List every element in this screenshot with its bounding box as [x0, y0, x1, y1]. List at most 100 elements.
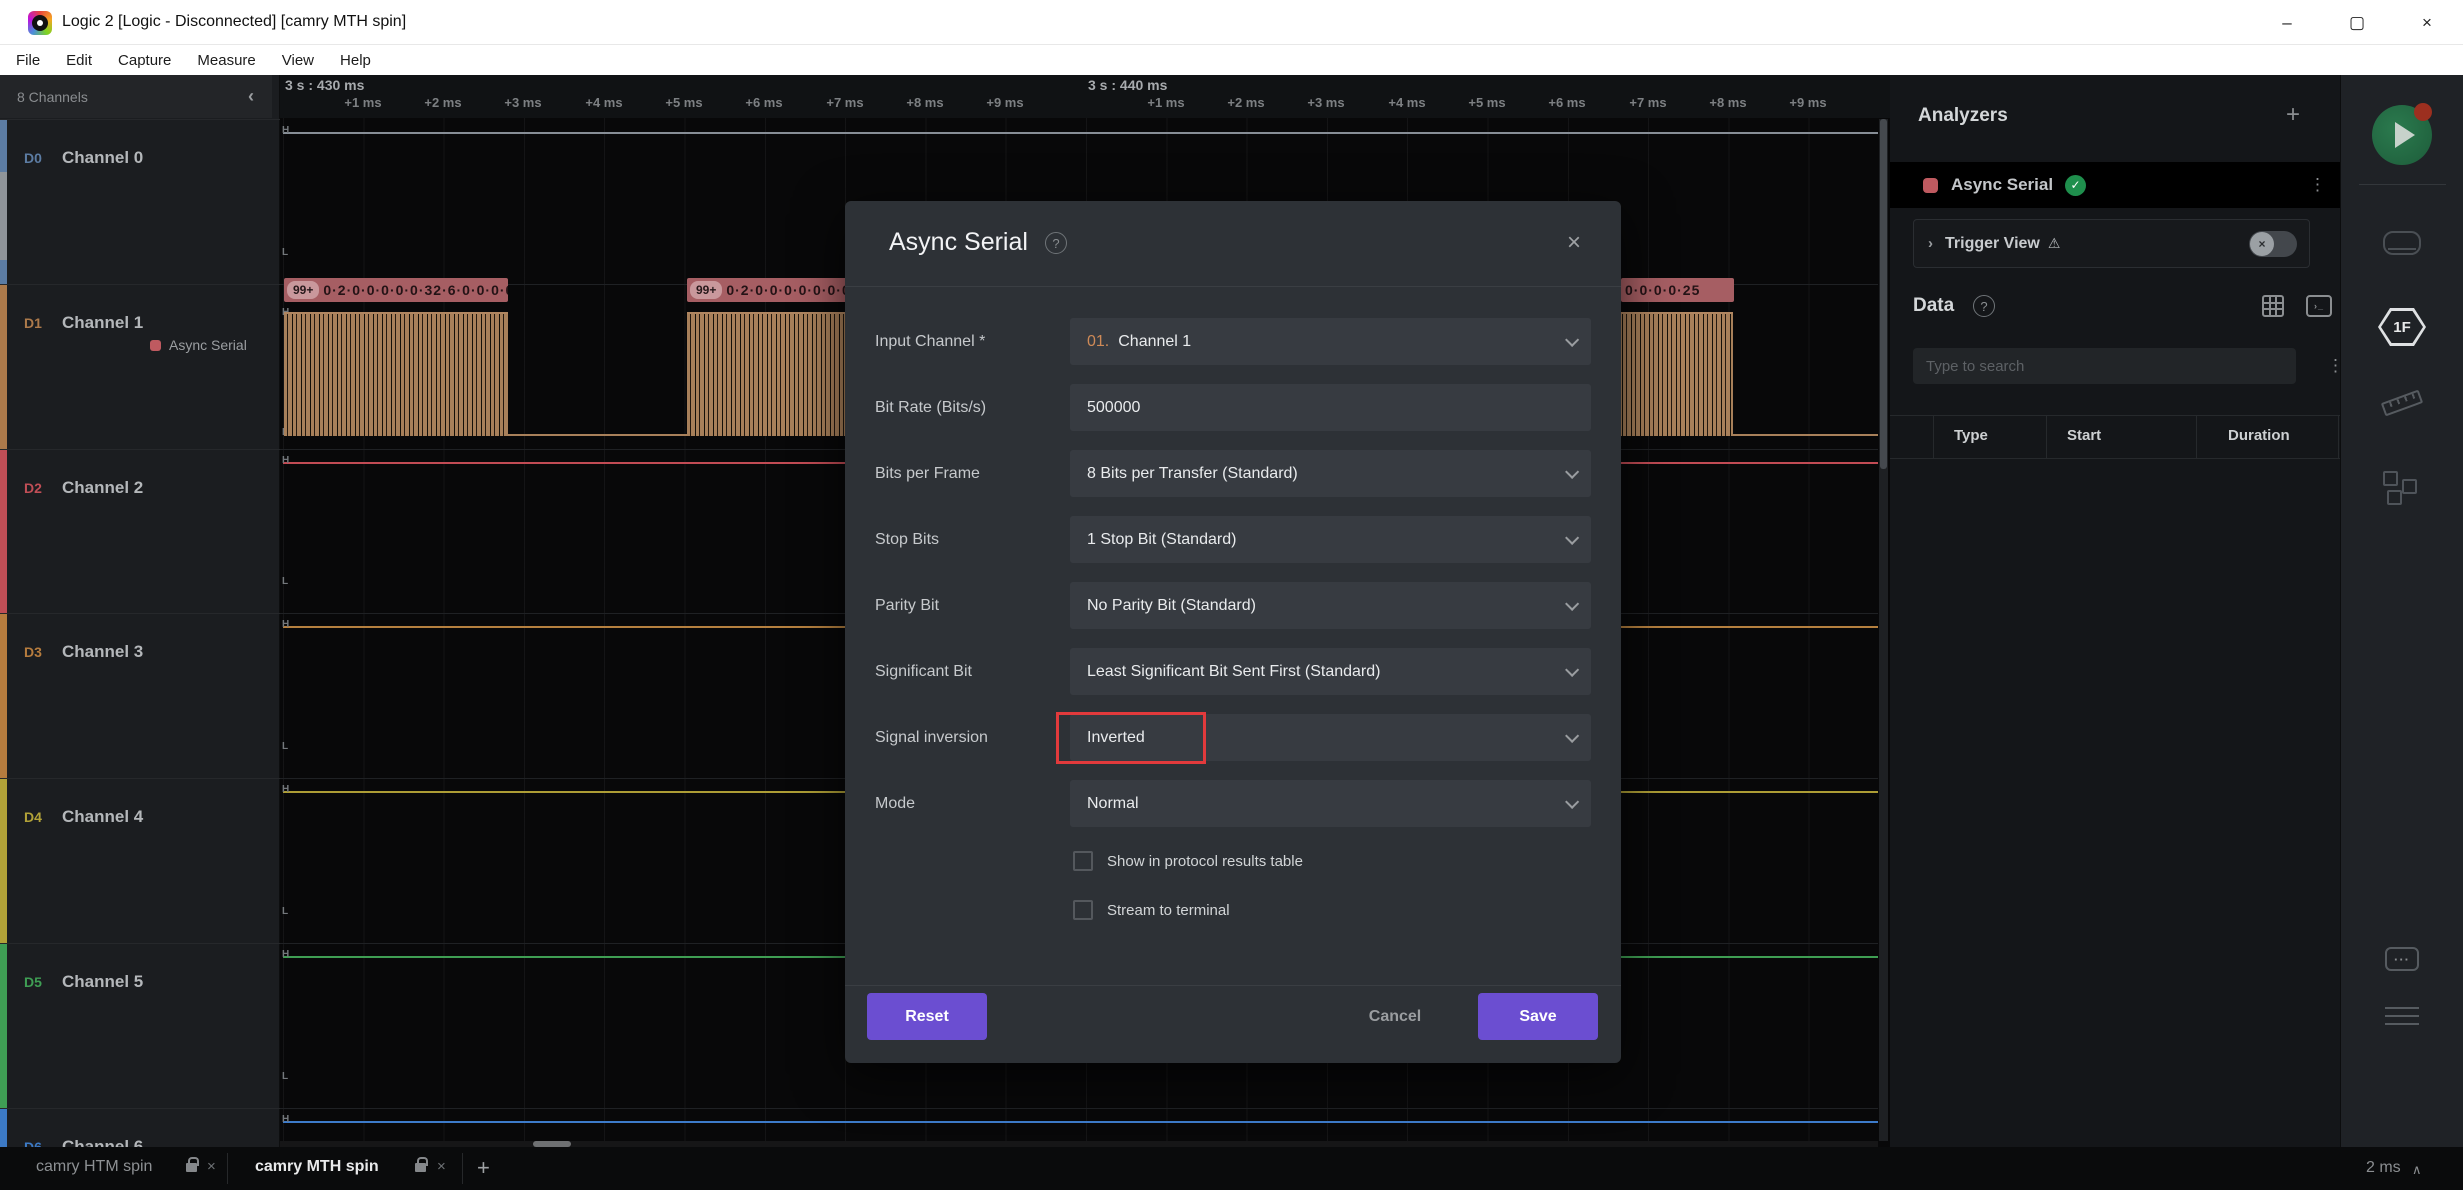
significant-bit-select[interactable]: Least Significant Bit Sent First (Standa…: [1070, 648, 1591, 695]
column-header-start[interactable]: Start: [2067, 427, 2101, 444]
tab-close-icon[interactable]: ×: [437, 1158, 446, 1175]
new-tab-button[interactable]: +: [477, 1155, 490, 1181]
trigger-view-toggle[interactable]: ×: [2249, 231, 2297, 257]
channels-scrollbar-thumb[interactable]: [0, 172, 7, 260]
column-header-duration[interactable]: Duration: [2228, 427, 2290, 444]
app-logo-icon: [28, 11, 52, 35]
channel-color-strip[interactable]: [0, 779, 7, 943]
menu-view[interactable]: View: [282, 52, 314, 69]
analyzers-title: Analyzers: [1918, 105, 2008, 127]
channel-name: Channel 5: [62, 972, 143, 992]
timeline-major-label: 3 s : 430 ms: [285, 77, 364, 93]
serial-annotation-bar[interactable]: 0·0·0·0·25: [1621, 278, 1734, 302]
analyzer-menu-icon[interactable]: ⋮: [2309, 175, 2326, 195]
maximize-button[interactable]: ▢: [2327, 0, 2387, 45]
cancel-button[interactable]: Cancel: [1345, 993, 1445, 1040]
caret-up-icon[interactable]: ∧: [2412, 1162, 2422, 1178]
channel-row-4[interactable]: D4 Channel 4: [0, 778, 280, 943]
low-marker: L: [282, 1071, 288, 1082]
channel-name: Channel 0: [62, 148, 143, 168]
stream-to-terminal-checkbox[interactable]: [1073, 900, 1093, 920]
table-view-icon[interactable]: [2262, 295, 2284, 317]
channel-row-2[interactable]: D2 Channel 2: [0, 449, 280, 613]
row-separator: [280, 1108, 1878, 1109]
low-marker: L: [282, 576, 288, 587]
channel-color-strip[interactable]: [0, 1109, 7, 1147]
field-label-bits-per-frame: Bits per Frame: [875, 465, 1065, 483]
chevron-right-icon[interactable]: ›: [1928, 235, 1933, 252]
analyzer-row-async-serial[interactable]: Async Serial ✓ ⋮: [1890, 162, 2340, 208]
save-button[interactable]: Save: [1478, 993, 1598, 1040]
menu-help[interactable]: Help: [340, 52, 371, 69]
input-channel-select[interactable]: 01. Channel 1: [1070, 318, 1591, 365]
menu-capture[interactable]: Capture: [118, 52, 171, 69]
vertical-scrollbar-thumb[interactable]: [1880, 119, 1887, 469]
dialog-close-icon[interactable]: ×: [1567, 229, 1581, 257]
channel-color-strip[interactable]: [0, 614, 7, 778]
timeline-tick-label: +9 ms: [970, 95, 1040, 110]
channel-row-3[interactable]: D3 Channel 3: [0, 613, 280, 778]
field-label-significant-bit: Significant Bit: [875, 663, 1065, 681]
minimize-button[interactable]: –: [2257, 0, 2317, 45]
timeline-tick-label: +7 ms: [1613, 95, 1683, 110]
serial-annotation-bar[interactable]: 99+ 0·2·0·0·0·0·0·32·6·0·0·0·0: [284, 278, 508, 302]
table-column-divider: [2196, 415, 2197, 459]
parity-bit-select[interactable]: No Parity Bit (Standard): [1070, 582, 1591, 629]
tab-camry-htm-spin[interactable]: camry HTM spin: [36, 1158, 152, 1176]
notification-dot: [2414, 103, 2432, 121]
bits-per-frame-select[interactable]: 8 Bits per Transfer (Standard): [1070, 450, 1591, 497]
channel-color-strip[interactable]: [0, 285, 7, 449]
menu-edit[interactable]: Edit: [66, 52, 92, 69]
data-search-input[interactable]: Type to search: [1913, 348, 2296, 384]
channel-row-6[interactable]: D6 Channel 6: [0, 1108, 280, 1147]
menu-file[interactable]: File: [16, 52, 40, 69]
add-analyzer-button[interactable]: +: [2286, 101, 2300, 129]
trigger-view-row[interactable]: › Trigger View ⚠ ×: [1913, 219, 2310, 268]
menu-measure[interactable]: Measure: [197, 52, 255, 69]
channel-id: D2: [24, 480, 42, 496]
timeline-tick-label: +7 ms: [810, 95, 880, 110]
collapse-panel-icon[interactable]: ‹: [248, 86, 254, 107]
show-in-protocol-results-checkbox[interactable]: [1073, 851, 1093, 871]
terminal-view-icon[interactable]: ›_: [2306, 295, 2332, 317]
feedback-chat-icon[interactable]: ···: [2385, 947, 2419, 971]
channel-analyzer-label[interactable]: Async Serial: [169, 337, 247, 353]
annotation-count-badge: 99+: [690, 281, 722, 299]
analyzer-bullet-icon: [150, 340, 161, 351]
stop-bits-select[interactable]: 1 Stop Bit (Standard): [1070, 516, 1591, 563]
timeline-ruler[interactable]: 3 s : 430 ms +1 ms +2 ms +3 ms +4 ms +5 …: [280, 75, 1890, 118]
mode-select[interactable]: Normal: [1070, 780, 1591, 827]
tab-close-icon[interactable]: ×: [207, 1158, 216, 1175]
checkbox-label[interactable]: Show in protocol results table: [1107, 853, 1303, 870]
toolbar-divider: [2359, 184, 2446, 185]
channel-color-strip[interactable]: [0, 944, 7, 1108]
checkbox-label[interactable]: Stream to terminal: [1107, 902, 1230, 919]
dialog-help-icon[interactable]: ?: [1045, 232, 1067, 254]
tab-camry-mth-spin[interactable]: camry MTH spin: [255, 1158, 379, 1176]
hex-display-mode-icon[interactable]: 1F: [2378, 308, 2426, 346]
column-header-type[interactable]: Type: [1954, 427, 1988, 444]
field-value: Normal: [1087, 795, 1139, 813]
device-settings-icon[interactable]: [2383, 231, 2421, 255]
close-button[interactable]: ×: [2397, 0, 2457, 45]
channel-row-5[interactable]: D5 Channel 5: [0, 943, 280, 1108]
extensions-icon[interactable]: [2383, 471, 2421, 505]
timeline-tick-label: +1 ms: [1131, 95, 1201, 110]
trigger-view-label: Trigger View: [1945, 235, 2040, 253]
bit-rate-input[interactable]: 500000: [1070, 384, 1591, 431]
channel-row-0[interactable]: D0 Channel 0: [0, 119, 280, 284]
timescale-label[interactable]: 2 ms: [2366, 1159, 2401, 1177]
main-menu-icon[interactable]: [2385, 1007, 2419, 1025]
timeline-tick-label: +2 ms: [408, 95, 478, 110]
measure-ruler-icon[interactable]: [2381, 390, 2423, 417]
table-border: [1890, 415, 2340, 416]
field-value: Least Significant Bit Sent First (Standa…: [1087, 663, 1380, 681]
channel-row-1[interactable]: D1 Channel 1 Async Serial: [0, 284, 280, 449]
capture-tabbar: camry HTM spin × camry MTH spin × + 2 ms…: [0, 1147, 2463, 1190]
reset-button[interactable]: Reset: [867, 993, 987, 1040]
timeline-tick-label: +4 ms: [569, 95, 639, 110]
channel-color-strip[interactable]: [0, 450, 7, 613]
data-help-icon[interactable]: ?: [1973, 295, 1995, 317]
table-column-divider: [2046, 415, 2047, 459]
field-value: Channel 1: [1118, 333, 1191, 351]
